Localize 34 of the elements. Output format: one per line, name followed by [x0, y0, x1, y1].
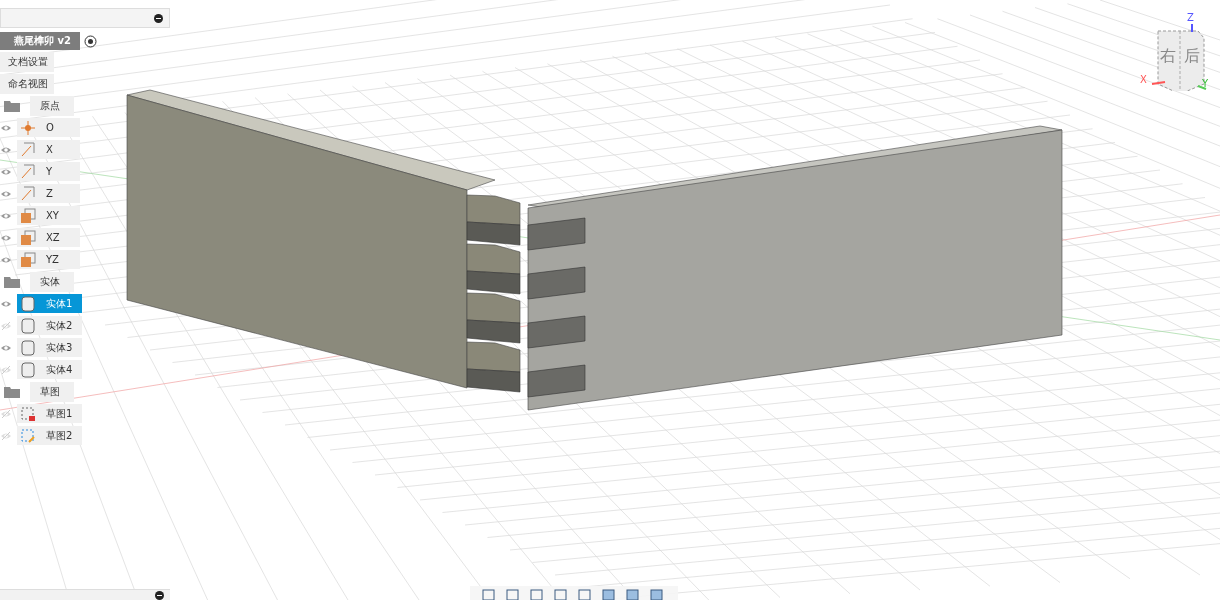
browser-tree-item[interactable]: XY [17, 206, 80, 225]
browser-tree-item[interactable]: 实体3 [17, 338, 83, 357]
folder-label[interactable]: 原点 [30, 95, 74, 116]
item-label: XZ [46, 232, 60, 243]
browser-tree-item[interactable]: Z [17, 184, 80, 203]
item-label: 实体4 [46, 362, 73, 377]
document-title: 燕尾榫卯 v2 [0, 32, 80, 50]
item-label: 实体1 [46, 296, 73, 311]
browser-setting-item[interactable]: 命名视图 [0, 73, 54, 94]
browser-tree-item[interactable]: Y [17, 162, 80, 181]
folder-label[interactable]: 草图 [30, 381, 74, 402]
item-label: XY [46, 210, 59, 221]
item-label: Z [46, 188, 53, 199]
axis-label: Z [1187, 12, 1194, 23]
browser-tree-item[interactable]: 实体4 [17, 360, 83, 379]
browser-tree-item[interactable]: XZ [17, 228, 80, 247]
browser-tree-item[interactable]: YZ [17, 250, 80, 269]
browser-tree-item[interactable]: X [17, 140, 80, 159]
browser-tree-item[interactable]: 草图2 [17, 426, 83, 445]
item-label: 草图2 [46, 428, 73, 443]
browser-setting-item[interactable]: 文档设置 [0, 51, 54, 72]
browser-tree-item[interactable]: O [17, 118, 80, 137]
axis-label: X [1140, 74, 1147, 85]
item-label: 实体2 [46, 318, 73, 333]
folder-label[interactable]: 实体 [30, 271, 74, 292]
browser-tree-item[interactable]: 草图1 [17, 404, 83, 423]
item-label: O [46, 122, 54, 133]
item-label: 实体3 [46, 340, 73, 355]
item-label: X [46, 144, 53, 155]
axis-label: Y [1202, 78, 1209, 89]
browser-tree-item[interactable]: 实体2 [17, 316, 83, 335]
item-label: 草图1 [46, 406, 73, 421]
item-label: Y [46, 166, 53, 177]
item-label: YZ [46, 254, 59, 265]
